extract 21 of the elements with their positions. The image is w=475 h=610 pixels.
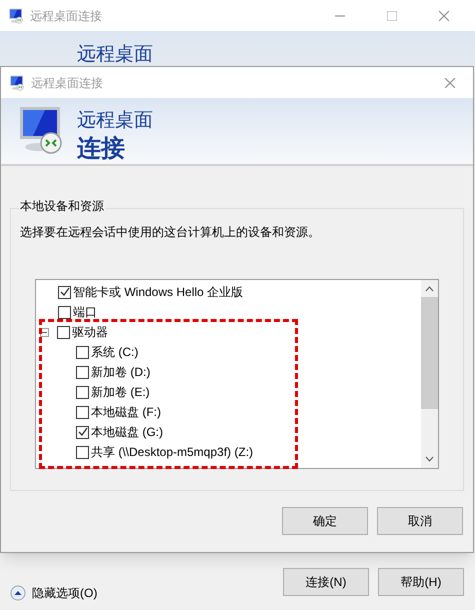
window-title: 远程桌面连接: [30, 8, 102, 24]
dialog-button[interactable]: 连接(N): [283, 568, 369, 596]
device-label: 驱动器: [72, 324, 108, 341]
device-label: 共享 (\\Desktop-m5mqp3f) (Z:): [91, 444, 254, 461]
banner-title: 远程桌面: [77, 43, 153, 65]
device-label: 端口: [73, 304, 97, 321]
description: 选择要在远程会话中使用的这台计算机上的设备和资源。: [20, 226, 321, 238]
window-title: 远程桌面连接: [31, 74, 103, 92]
device-label: 智能卡或 Windows Hello 企业版: [73, 284, 244, 301]
dialog-button[interactable]: 取消: [377, 507, 463, 535]
hide-options-link[interactable]: 隐藏选项(O): [10, 584, 98, 602]
device-label: 本地磁盘 (G:): [91, 424, 163, 441]
group-title: 本地设备和资源: [19, 200, 105, 212]
device-label: 本地磁盘 (F:): [91, 404, 161, 421]
device-label: 新加卷 (E:): [91, 384, 150, 401]
dialog-button[interactable]: 帮助(H): [378, 568, 464, 596]
dialog-button[interactable]: 确定: [282, 507, 368, 535]
device-label: 新加卷 (D:): [91, 364, 150, 381]
banner-title: 远程桌面: [77, 111, 153, 130]
device-label: 系统 (C:): [91, 344, 138, 361]
banner-subtitle: 连接: [77, 136, 126, 160]
